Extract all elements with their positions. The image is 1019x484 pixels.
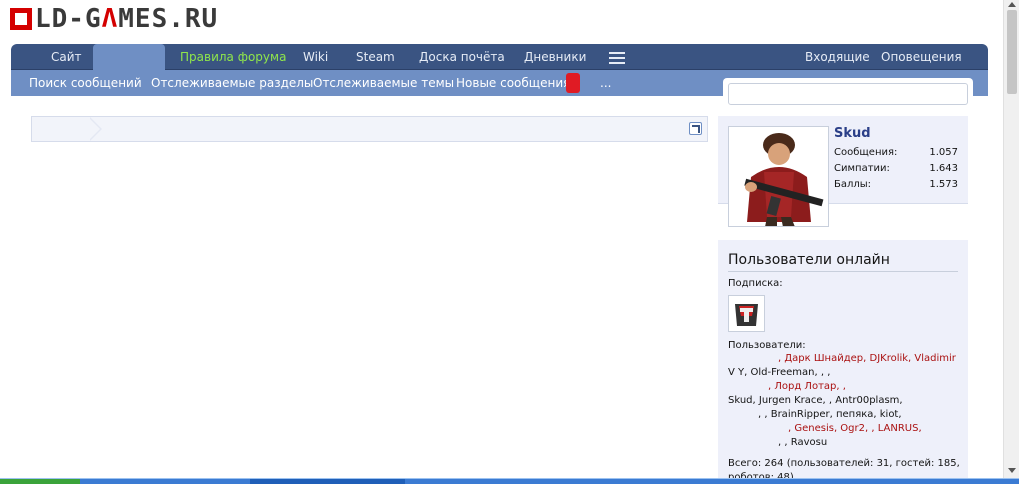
nav-alerts[interactable]: Оповещения <box>881 44 962 70</box>
subnav-watched-threads[interactable]: Отслеживаемые темы <box>313 70 454 96</box>
logo-text: LD-GΛMES.RU <box>35 4 219 34</box>
users-label: Пользователи: <box>728 340 806 351</box>
username-link[interactable]: Skud <box>834 126 871 141</box>
subnav-new-posts[interactable]: Новые сообщения <box>456 70 570 96</box>
user-list-line[interactable]: , , Ravosu <box>728 436 958 450</box>
subnav-watched-forums[interactable]: Отслеживаемые разделы <box>151 70 313 96</box>
logo-o-mark <box>10 8 32 30</box>
page-scrollbar[interactable] <box>1003 0 1019 478</box>
new-posts-badge[interactable] <box>566 73 580 93</box>
nav-tab-rules[interactable]: Правила форума <box>180 44 286 70</box>
online-title: Пользователи онлайн <box>728 252 958 272</box>
online-users-panel: Пользователи онлайн Подписка: Пользовате… <box>718 240 968 484</box>
breadcrumb-home[interactable] <box>32 117 92 141</box>
stat-value[interactable]: 1.057 <box>929 147 958 158</box>
visitor-panel: Skud Сообщения: 1.057 Симпатии: 1.643 Ба… <box>718 116 968 227</box>
main-nav: Сайт Правила форума Wiki Steam Доска поч… <box>11 44 988 71</box>
nav-tab-diaries[interactable]: Дневники <box>524 44 586 70</box>
stat-label: Симпатии: <box>834 163 890 174</box>
scroll-down-icon[interactable] <box>1008 468 1016 473</box>
nav-tab-wiki[interactable]: Wiki <box>303 44 328 70</box>
subscriber-avatar[interactable] <box>728 295 765 332</box>
jump-to-icon[interactable] <box>689 122 702 135</box>
start-button[interactable] <box>0 479 80 484</box>
nav-tab-steam[interactable]: Steam <box>356 44 395 70</box>
user-list-line[interactable]: Skud, Jurgen Krace, , Antr00plasm, <box>728 394 958 408</box>
scroll-up-icon[interactable] <box>1008 2 1016 7</box>
nav-tab-site[interactable]: Сайт <box>51 44 82 70</box>
subnav-search-posts[interactable]: Поиск сообщений <box>29 70 142 96</box>
user-list-line[interactable]: , , BrainRipper, пепяка, kiot, <box>728 408 958 422</box>
scroll-thumb[interactable] <box>1007 10 1017 94</box>
stat-value[interactable]: 1.573 <box>929 179 958 190</box>
avatar[interactable] <box>728 126 829 227</box>
stat-points: Баллы: 1.573 <box>834 179 958 190</box>
user-list-line[interactable]: , Genesis, Ogr2, , LANRUS, <box>728 422 958 436</box>
menu-icon[interactable] <box>609 52 625 67</box>
stat-value[interactable]: 1.643 <box>929 163 958 174</box>
nav-inbox[interactable]: Входящие <box>805 44 870 70</box>
breadcrumb-arrow-icon <box>89 117 102 141</box>
site-logo[interactable]: LD-GΛMES.RU <box>10 6 218 32</box>
os-taskbar <box>0 478 1019 484</box>
nav-tab-hall-of-fame[interactable]: Доска почёта <box>419 44 505 70</box>
search-container <box>723 78 973 108</box>
user-list-line[interactable]: , Лорд Лотар, , <box>728 380 958 394</box>
user-list-line[interactable]: , Дарк Шнайдер, DJKrolik, Vladimir <box>728 352 958 366</box>
breadcrumb <box>31 116 708 142</box>
subnav-more[interactable]: ... <box>600 70 611 96</box>
taskbar-window[interactable] <box>250 479 405 484</box>
stat-messages: Сообщения: 1.057 <box>834 147 958 158</box>
stat-label: Сообщения: <box>834 147 898 158</box>
stat-label: Баллы: <box>834 179 872 190</box>
nav-tab-forum-active[interactable] <box>93 44 165 71</box>
user-list-line[interactable]: V Y, Old-Freeman, , , <box>728 366 958 380</box>
subscription-label: Подписка: <box>728 278 783 289</box>
stat-likes: Симпатии: 1.643 <box>834 163 958 174</box>
search-input[interactable] <box>728 83 968 105</box>
online-user-list: , Дарк Шнайдер, DJKrolik, Vladimir V Y, … <box>728 352 958 450</box>
